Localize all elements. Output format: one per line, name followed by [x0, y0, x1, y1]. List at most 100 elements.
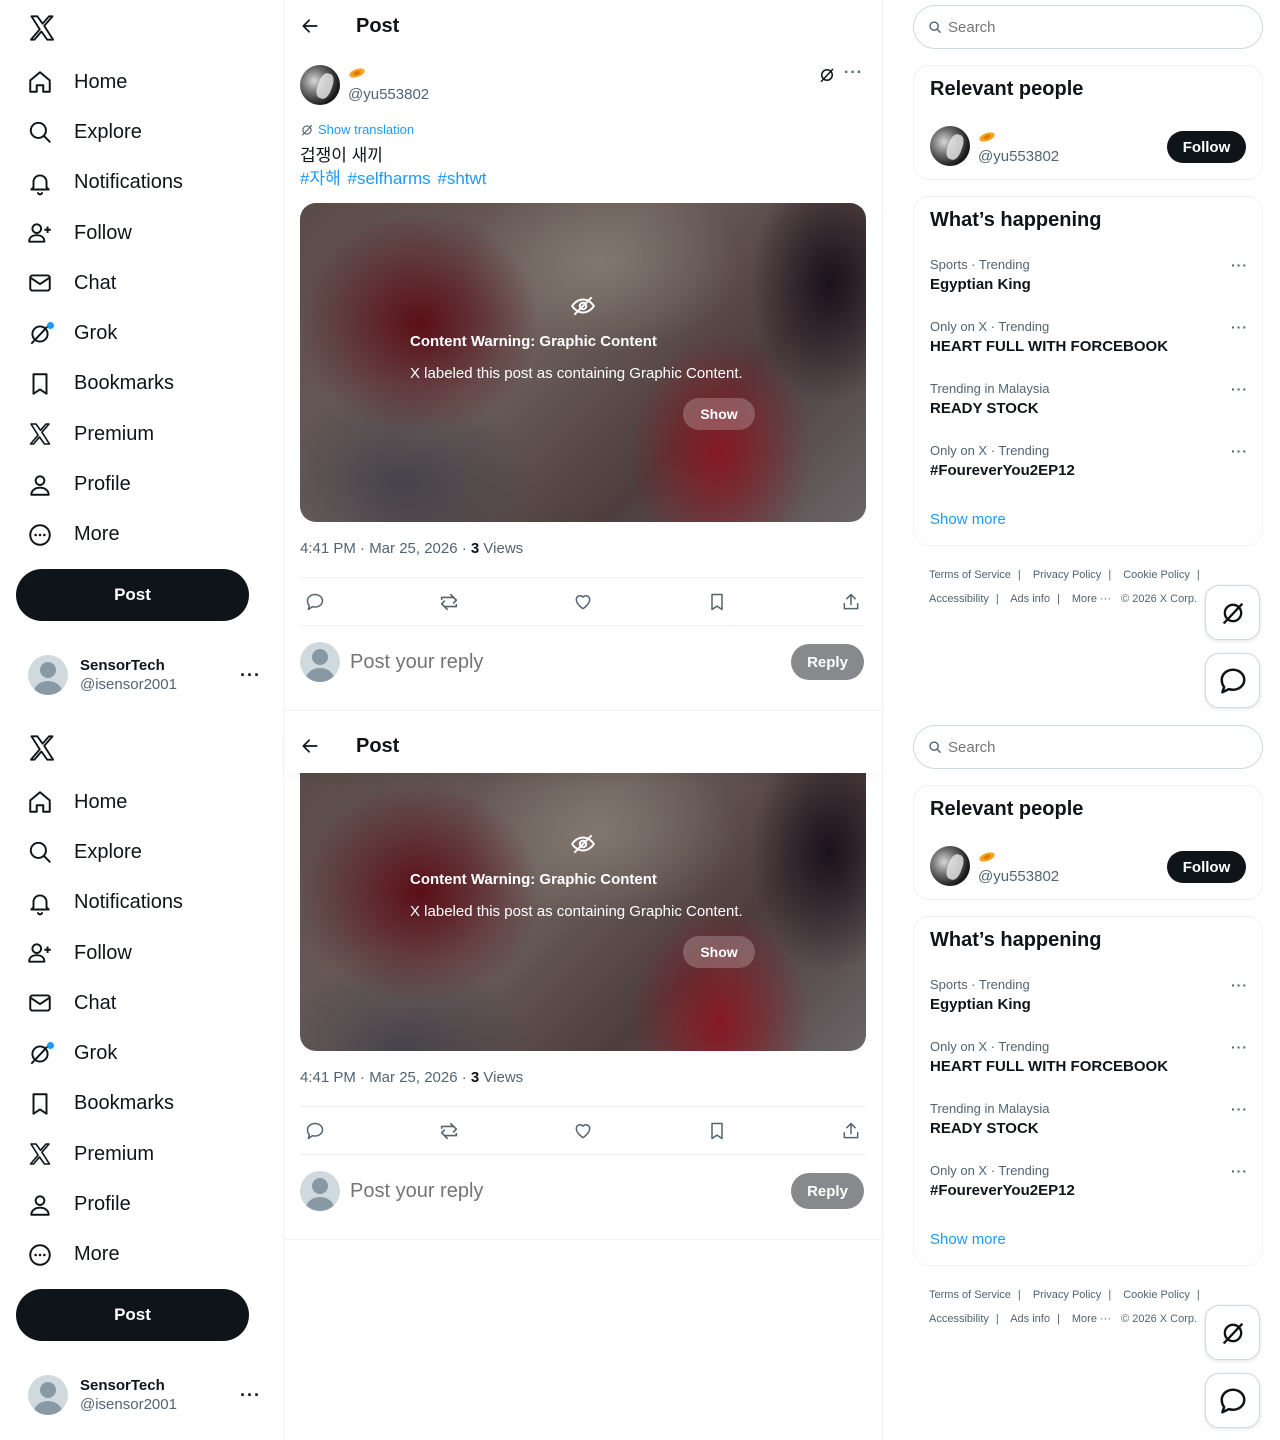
nav-item-follow[interactable]: Follow — [16, 928, 183, 978]
more-horizontal-icon[interactable]: ··· — [844, 64, 866, 84]
more-horizontal-icon[interactable]: ··· — [1231, 1039, 1248, 1055]
trend-item[interactable]: Sports · Trending Egyptian King ··· — [930, 977, 1248, 1027]
show-translation-link[interactable]: Show translation — [300, 122, 414, 137]
show-media-button[interactable]: Show — [683, 936, 755, 968]
nav-item-notifications[interactable]: Notifications — [16, 158, 183, 208]
nav-item-premium[interactable]: Premium — [16, 409, 183, 459]
footer-link[interactable]: More ··· — [1072, 1313, 1111, 1325]
like-icon[interactable] — [572, 591, 594, 613]
reply-icon[interactable] — [304, 1120, 326, 1142]
footer-link[interactable]: Terms of Service — [929, 569, 1011, 581]
grok-float-button[interactable] — [1205, 1305, 1260, 1360]
back-arrow-icon[interactable] — [298, 14, 322, 38]
nav-item-chat[interactable]: Chat — [16, 978, 183, 1028]
nav-item-follow[interactable]: Follow — [16, 208, 183, 258]
nav-item-premium[interactable]: Premium — [16, 1129, 183, 1179]
more-horizontal-icon[interactable]: ··· — [1231, 1163, 1248, 1179]
trend-item[interactable]: Sports · Trending Egyptian King ··· — [930, 257, 1248, 307]
more-horizontal-icon[interactable]: ··· — [240, 1385, 261, 1406]
trend-item[interactable]: Trending in Malaysia READY STOCK ··· — [930, 1101, 1248, 1151]
reply-button[interactable]: Reply — [791, 1173, 864, 1209]
nav-item-grok[interactable]: Grok — [16, 308, 183, 358]
footer-link[interactable]: Privacy Policy — [1033, 1289, 1101, 1301]
show-more-link[interactable]: Show more — [930, 511, 1006, 528]
more-horizontal-icon[interactable]: ··· — [1231, 319, 1248, 335]
show-media-button[interactable]: Show — [683, 398, 755, 430]
follow-button[interactable]: Follow — [1167, 851, 1246, 883]
repost-icon[interactable] — [438, 591, 460, 613]
footer-link[interactable]: More ··· — [1072, 593, 1111, 605]
nav-item-profile[interactable]: Profile — [16, 1179, 183, 1229]
more-horizontal-icon[interactable]: ··· — [1231, 443, 1248, 459]
hashtag-link[interactable]: #자해 — [300, 169, 341, 188]
nav-item-chat[interactable]: Chat — [16, 258, 183, 308]
share-icon[interactable] — [840, 591, 862, 613]
chat-float-button[interactable] — [1205, 1373, 1260, 1428]
nav-item-home[interactable]: Home — [16, 57, 183, 107]
nav-item-explore[interactable]: Explore — [16, 827, 183, 877]
footer-link[interactable]: Terms of Service — [929, 1289, 1011, 1301]
person-handle[interactable]: @yu553802 — [978, 868, 1059, 885]
bookmark-icon[interactable] — [706, 1120, 728, 1142]
repost-icon[interactable] — [438, 1120, 460, 1142]
search-input[interactable] — [948, 18, 1228, 36]
follow-button[interactable]: Follow — [1167, 131, 1246, 163]
nav-item-home[interactable]: Home — [16, 777, 183, 827]
footer-link[interactable]: Cookie Policy — [1123, 569, 1190, 581]
post-button[interactable]: Post — [16, 569, 249, 621]
more-horizontal-icon[interactable]: ··· — [1231, 977, 1248, 993]
trend-item[interactable]: Only on X · Trending #FoureverYou2EP12 ·… — [930, 443, 1248, 493]
reply-input[interactable] — [350, 650, 750, 674]
search-box[interactable] — [913, 725, 1263, 769]
reply-icon[interactable] — [304, 591, 326, 613]
reply-button[interactable]: Reply — [791, 644, 864, 680]
nav-item-explore[interactable]: Explore — [16, 107, 183, 157]
post-button[interactable]: Post — [16, 1289, 249, 1341]
share-icon[interactable] — [840, 1120, 862, 1142]
hashtag-link[interactable]: #shtwt — [437, 169, 486, 188]
bookmark-icon[interactable] — [706, 591, 728, 613]
show-more-link[interactable]: Show more — [930, 1231, 1006, 1248]
post-timestamp[interactable]: 4:41 PM · Mar 25, 2026 · — [300, 540, 471, 557]
sensitive-media[interactable]: Content Warning: Graphic Content X label… — [300, 773, 866, 1051]
nav-item-bookmarks[interactable]: Bookmarks — [16, 359, 183, 409]
more-horizontal-icon[interactable]: ··· — [1231, 1101, 1248, 1117]
search-box[interactable] — [913, 5, 1263, 49]
more-horizontal-icon[interactable]: ··· — [1231, 381, 1248, 397]
footer-link[interactable]: Ads info — [1010, 1313, 1050, 1325]
nav-item-bookmarks[interactable]: Bookmarks — [16, 1079, 183, 1129]
footer-link[interactable]: Accessibility — [929, 1313, 989, 1325]
nav-item-grok[interactable]: Grok — [16, 1028, 183, 1078]
back-arrow-icon[interactable] — [298, 734, 322, 758]
account-switcher[interactable]: SensorTech @isensor2001 ··· — [16, 645, 269, 705]
nav-item-notifications[interactable]: Notifications — [16, 878, 183, 928]
nav-item-more[interactable]: More — [16, 1230, 183, 1280]
x-logo-icon[interactable] — [24, 730, 60, 766]
nav-item-more[interactable]: More — [16, 510, 183, 560]
author-avatar[interactable] — [300, 65, 340, 105]
footer-link[interactable]: Ads info — [1010, 593, 1050, 605]
footer-link[interactable]: Privacy Policy — [1033, 569, 1101, 581]
hashtag-link[interactable]: #selfharms — [347, 169, 430, 188]
footer-link[interactable]: Cookie Policy — [1123, 1289, 1190, 1301]
search-input[interactable] — [948, 738, 1228, 756]
trend-item[interactable]: Only on X · Trending HEART FULL WITH FOR… — [930, 1039, 1248, 1089]
person-avatar[interactable] — [930, 126, 970, 166]
account-switcher[interactable]: SensorTech @isensor2001 ··· — [16, 1365, 269, 1425]
grok-float-button[interactable] — [1205, 585, 1260, 640]
more-horizontal-icon[interactable]: ··· — [240, 665, 261, 686]
post-timestamp[interactable]: 4:41 PM · Mar 25, 2026 · — [300, 1069, 471, 1086]
x-logo-icon[interactable] — [24, 10, 60, 46]
nav-item-profile[interactable]: Profile — [16, 459, 183, 509]
person-avatar[interactable] — [930, 846, 970, 886]
sensitive-media[interactable]: Content Warning: Graphic Content X label… — [300, 203, 866, 522]
footer-link[interactable]: Accessibility — [929, 593, 989, 605]
trend-item[interactable]: Trending in Malaysia READY STOCK ··· — [930, 381, 1248, 431]
trend-item[interactable]: Only on X · Trending #FoureverYou2EP12 ·… — [930, 1163, 1248, 1213]
author-emoji-icon[interactable] — [348, 66, 366, 78]
person-handle[interactable]: @yu553802 — [978, 148, 1059, 165]
reply-input[interactable] — [350, 1179, 750, 1203]
chat-float-button[interactable] — [1205, 653, 1260, 708]
more-horizontal-icon[interactable]: ··· — [1231, 257, 1248, 273]
grok-icon[interactable] — [818, 66, 838, 86]
